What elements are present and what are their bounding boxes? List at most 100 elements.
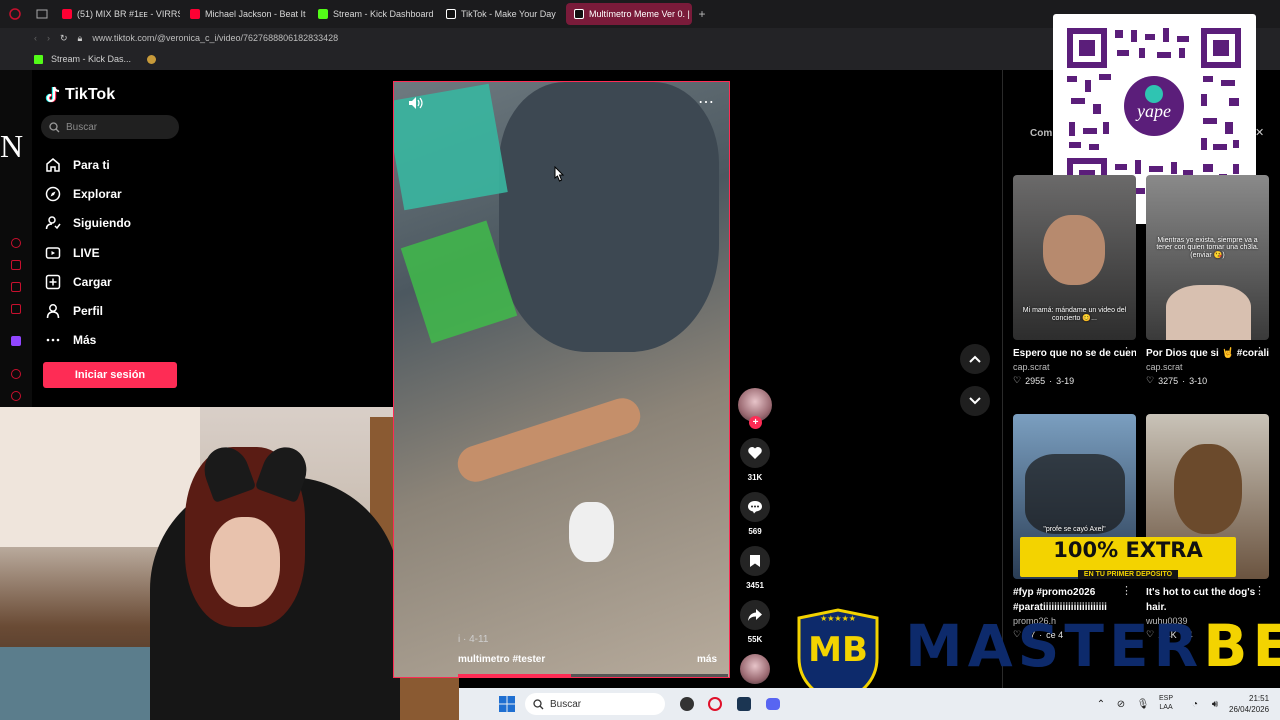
bookmark-icon[interactable] <box>740 546 770 576</box>
compass-icon <box>45 186 61 202</box>
creator-avatar[interactable]: + <box>738 388 772 429</box>
video-thumbnail[interactable]: Mi mamá: mándame un video del concierto … <box>1013 175 1136 340</box>
login-button[interactable]: Iniciar sesión <box>43 362 177 388</box>
video-more-icon[interactable]: ⋯ <box>698 92 715 112</box>
reload-icon[interactable]: ↻ <box>60 33 68 44</box>
taskbar-search[interactable]: Buscar <box>525 693 665 715</box>
sidebar-item-siguiendo[interactable]: Siguiendo <box>45 209 245 238</box>
next-video-button[interactable] <box>960 386 990 416</box>
related-video-card[interactable]: ⋮ It's hot to cut the dog's hair. wuhu00… <box>1146 414 1269 640</box>
following-icon <box>45 215 61 231</box>
bookmark-item[interactable]: Stream - Kick Das... <box>51 54 131 64</box>
search-input[interactable]: Buscar <box>41 115 179 139</box>
strip-icon[interactable] <box>11 304 21 314</box>
wifi-icon[interactable]: ◔ <box>1185 694 1205 714</box>
sidebar-item-cargar[interactable]: Cargar <box>45 267 245 296</box>
promo-subline: EN TU PRIMER DEPÓSITO <box>1077 570 1179 579</box>
windows-start-icon[interactable] <box>497 694 517 714</box>
kick-icon <box>34 54 43 64</box>
chevron-down-icon <box>969 397 981 405</box>
volume-icon[interactable] <box>408 96 424 110</box>
promo-banner: 100% EXTRA EN TU PRIMER DEPÓSITO <box>1020 537 1236 579</box>
app-icon[interactable] <box>677 694 697 714</box>
card-stats: ♡ 3275 · 3-10 <box>1146 375 1269 386</box>
profile-icon <box>45 303 61 319</box>
caption-more-link[interactable]: más <box>697 654 717 665</box>
sidebar-item-para-ti[interactable]: Para ti <box>45 150 245 179</box>
related-video-card[interactable]: "profe se cayó Axel" ⋮ #fyp #promo2026 #… <box>1013 414 1136 640</box>
sidebar-item-mas[interactable]: Más <box>45 326 245 355</box>
volume-icon[interactable]: 🔊︎ <box>1205 694 1225 714</box>
like-action[interactable]: 31K <box>737 438 773 482</box>
network-off-icon[interactable]: ⊘ <box>1111 694 1131 714</box>
youtube-icon <box>190 9 200 19</box>
card-author[interactable]: cap.scrat <box>1146 362 1269 372</box>
share-action[interactable]: 55K <box>737 600 773 644</box>
sidebar-item-live[interactable]: LIVE <box>45 238 245 267</box>
browser-menu-icon[interactable] <box>0 8 30 20</box>
bookmark-extra-icon[interactable] <box>147 54 157 64</box>
forward-icon[interactable]: › <box>47 33 50 43</box>
post-date: 3-19 <box>1056 375 1075 386</box>
strip-icon[interactable] <box>11 238 21 248</box>
opera-icon[interactable] <box>705 694 725 714</box>
video-actions: + 31K 569 3451 55K <box>737 388 773 684</box>
video-progress-bar[interactable] <box>458 674 728 677</box>
browser-tab-0[interactable]: (51) MIX BR #1ᴇᴇ - VIRRSH <box>54 3 180 25</box>
comments-tab[interactable]: Com <box>1030 128 1052 139</box>
browser-tab-2[interactable]: Stream - Kick Dashboard <box>310 3 436 25</box>
sidebar-item-label: Explorar <box>73 186 122 201</box>
like-count: 2955 <box>1025 375 1046 386</box>
sidebar-item-explorar[interactable]: Explorar <box>45 179 245 208</box>
tab-label: Multímetro Meme Ver 0. | <box>589 9 690 19</box>
related-video-card[interactable]: Mientras yo exista, siempre va a tener c… <box>1146 175 1269 386</box>
thumb-face <box>1043 215 1105 285</box>
like-count: 31K <box>747 473 763 482</box>
follow-plus-icon[interactable]: + <box>749 416 762 429</box>
previous-video-button[interactable] <box>960 344 990 374</box>
back-icon[interactable]: ‹ <box>34 33 37 43</box>
strip-icon[interactable] <box>11 369 21 379</box>
card-menu-icon[interactable]: ⋮ <box>1121 345 1132 358</box>
strip-icon[interactable] <box>11 282 21 292</box>
comment-icon[interactable] <box>740 492 770 522</box>
heart-outline-icon: ♡ <box>1146 375 1155 385</box>
url-field[interactable]: www.tiktok.com/@veronica_c_i/video/76276… <box>92 33 338 43</box>
discord-icon[interactable] <box>763 694 783 714</box>
panel-divider <box>1002 70 1003 690</box>
twitch-icon[interactable] <box>11 336 21 346</box>
new-tab-icon[interactable]: + <box>694 7 710 21</box>
taskbar-clock[interactable]: 21:51 26/04/2026 <box>1229 693 1269 715</box>
card-menu-icon[interactable]: ⋮ <box>1121 584 1132 597</box>
chevron-up-icon[interactable]: ⌃ <box>1091 694 1111 714</box>
sound-avatar[interactable] <box>740 654 770 684</box>
save-action[interactable]: 3451 <box>737 546 773 590</box>
microphone-icon[interactable]: 🎙︎ <box>1133 694 1153 714</box>
kick-icon <box>318 9 328 19</box>
thumbnail-caption: Mientras yo exista, siempre va a tener c… <box>1156 237 1259 259</box>
tab-overview-icon[interactable] <box>30 9 54 19</box>
browser-tab-4[interactable]: Multímetro Meme Ver 0. | <box>566 3 692 25</box>
strip-icon[interactable] <box>11 260 21 270</box>
related-video-card[interactable]: Mi mamá: mándame un video del concierto … <box>1013 175 1136 386</box>
browser-tab-1[interactable]: Michael Jackson - Beat It <box>182 3 308 25</box>
card-author[interactable]: cap.scrat <box>1013 362 1136 372</box>
heart-icon[interactable] <box>740 438 770 468</box>
share-icon[interactable] <box>740 600 770 630</box>
steam-icon[interactable] <box>734 694 754 714</box>
comment-action[interactable]: 569 <box>737 492 773 536</box>
sidebar-item-perfil[interactable]: Perfil <box>45 296 245 325</box>
heart-outline-icon: ♡ <box>1013 375 1022 385</box>
card-menu-icon[interactable]: ⋮ <box>1254 584 1265 597</box>
card-title: Espero que no se de cuenta😂 #humor #... <box>1013 348 1136 359</box>
card-menu-icon[interactable]: ⋮ <box>1254 345 1265 358</box>
overlay-letter: N <box>0 128 24 164</box>
tiktok-logo[interactable]: TikTok <box>45 86 115 104</box>
like-count: 3275 <box>1158 375 1179 386</box>
strip-icon[interactable] <box>11 391 21 401</box>
video-thumbnail[interactable]: Mientras yo exista, siempre va a tener c… <box>1146 175 1269 340</box>
card-title: Por Dios que si 🤘 #corali... <box>1146 348 1269 359</box>
language-indicator[interactable]: ESP LAA <box>1159 694 1173 712</box>
browser-tab-3[interactable]: TikTok - Make Your Day <box>438 3 564 25</box>
close-icon[interactable]: ✕ <box>1255 126 1264 139</box>
